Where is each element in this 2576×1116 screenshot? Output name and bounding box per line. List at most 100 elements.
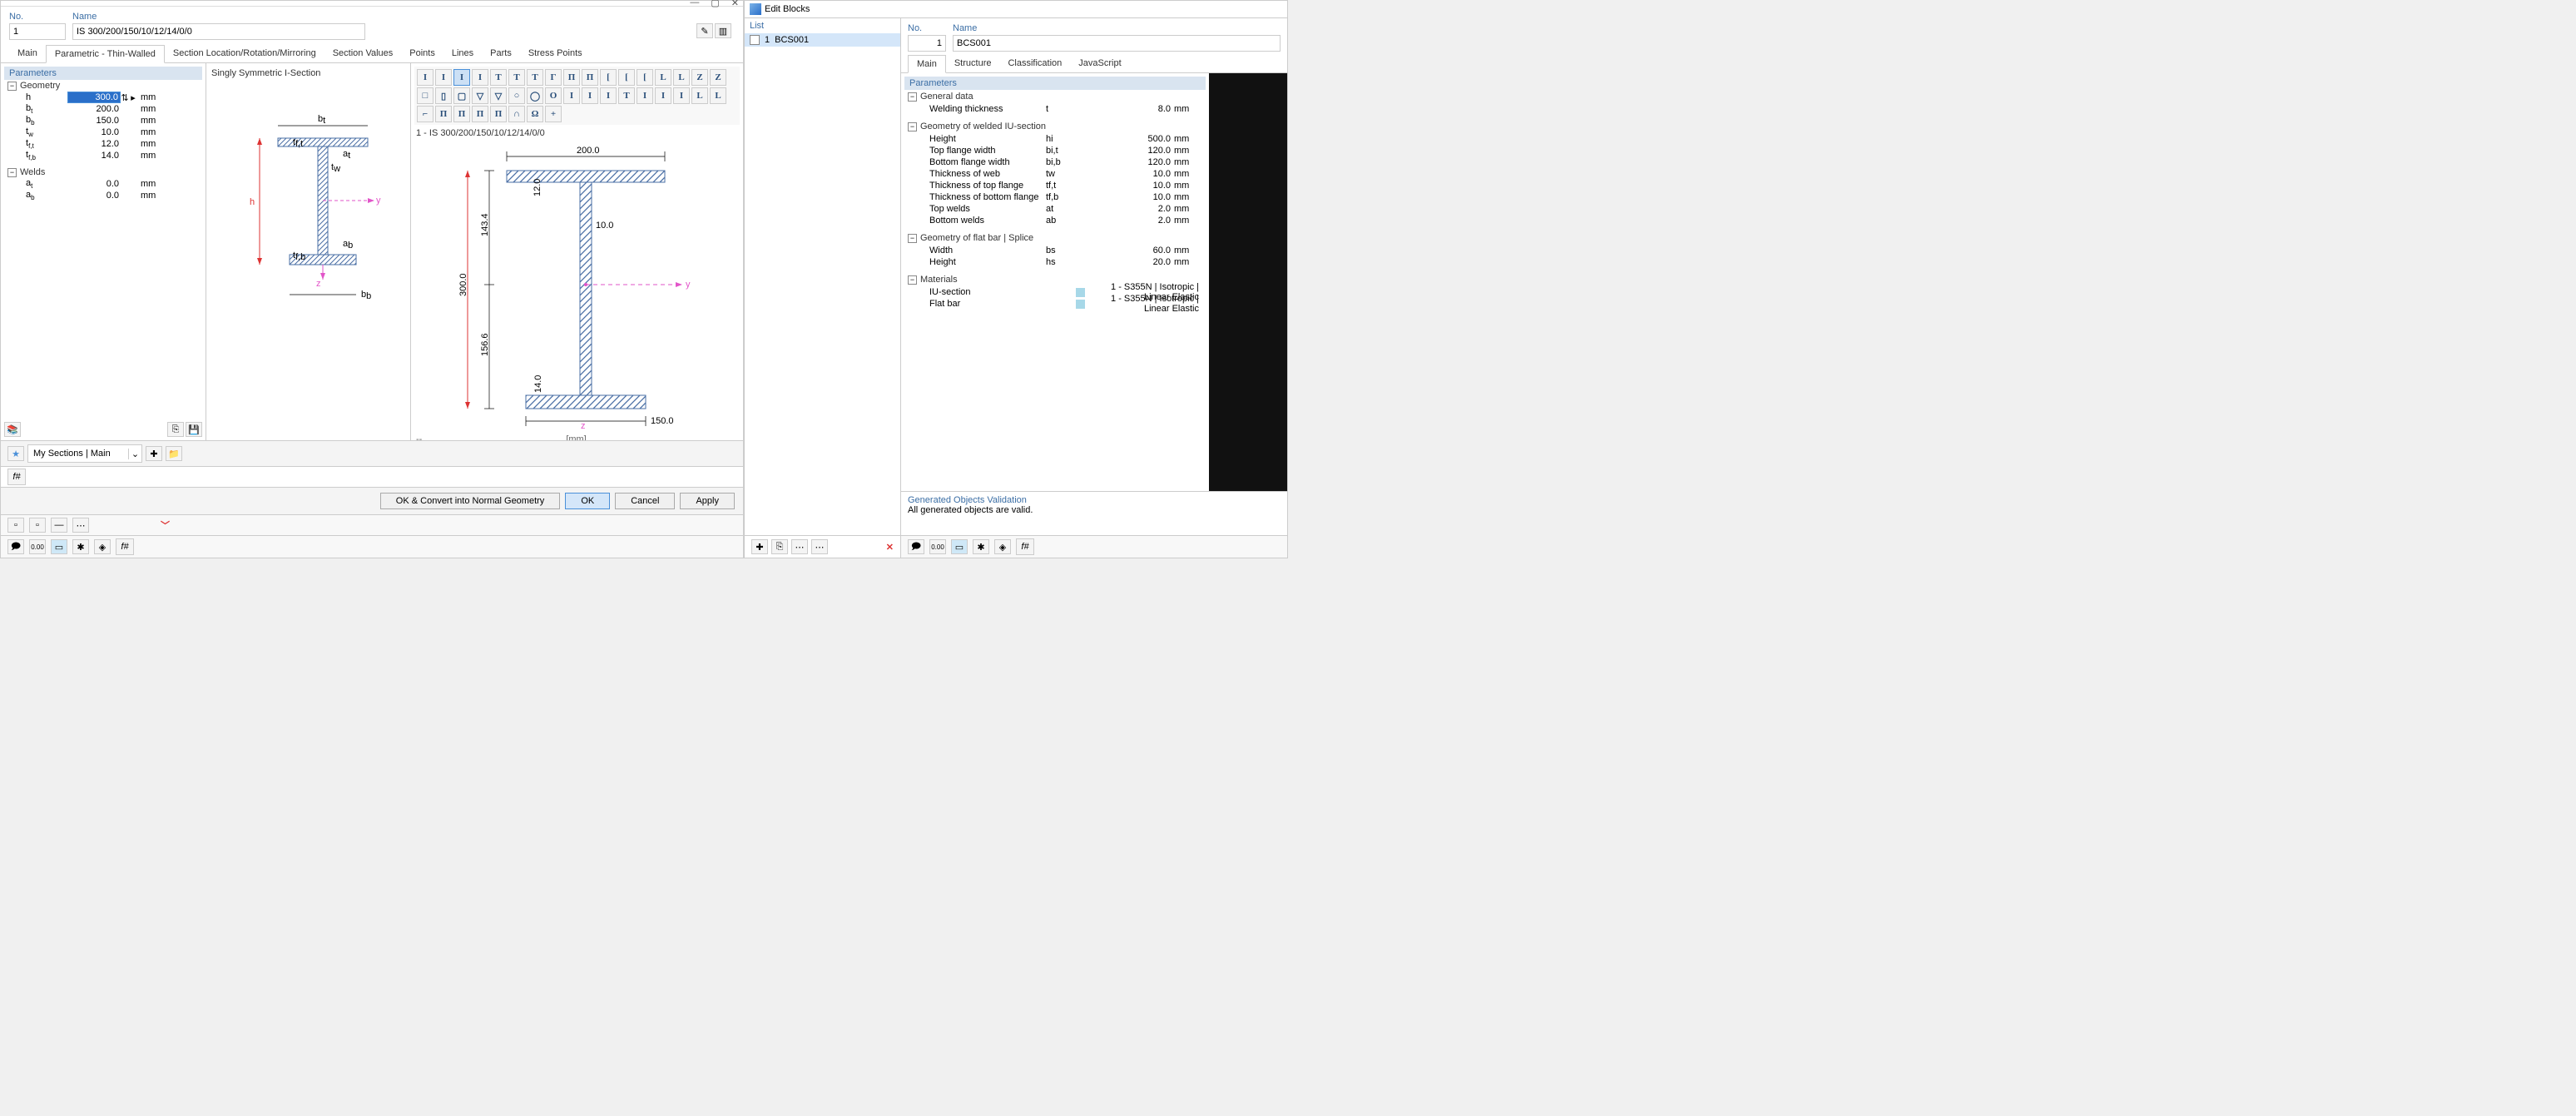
delete-icon[interactable]: ✕ (886, 542, 894, 553)
tool3-icon[interactable]: ⋯ (791, 539, 808, 554)
new-block-icon[interactable]: ✚ (751, 539, 768, 554)
param-h-value[interactable]: 300.0 (67, 92, 121, 103)
flat-param-1[interactable]: Heighths20.0mm (904, 256, 1206, 268)
iu-param-6[interactable]: Top weldsat2.0mm (904, 203, 1206, 215)
rsb-icon5[interactable]: ◈ (994, 539, 1011, 554)
param-tft[interactable]: tf,t 12.0 mm (4, 138, 202, 150)
shape-box1[interactable]: □ (417, 87, 433, 104)
iu-group[interactable]: − Geometry of welded IU-section (904, 120, 1206, 133)
ok-convert-button[interactable]: OK & Convert into Normal Geometry (380, 493, 561, 509)
shape-Z1[interactable]: Z (691, 69, 708, 86)
shape-L3[interactable]: L (691, 87, 708, 104)
r-tab-main[interactable]: Main (908, 55, 946, 73)
shape-O3[interactable]: O (545, 87, 562, 104)
shape-tri[interactable]: ▽ (490, 87, 507, 104)
shape-I8[interactable]: I (637, 87, 653, 104)
shape-C3[interactable]: [ (637, 69, 653, 86)
shape-omega[interactable]: Ω (527, 106, 543, 122)
r-name-input[interactable] (953, 35, 1281, 52)
shape-I10[interactable]: I (673, 87, 690, 104)
ok-button[interactable]: OK (565, 493, 610, 509)
shape-I4[interactable]: I (472, 69, 488, 86)
dropdown-icon[interactable]: ⌄ (731, 434, 738, 440)
welds-group[interactable]: − Welds (4, 166, 202, 178)
sb2-icon4[interactable]: ✱ (72, 539, 89, 554)
shape-Pi3[interactable]: Π (435, 106, 452, 122)
r-tab-javascript[interactable]: JavaScript (1070, 55, 1129, 72)
r-no-input[interactable] (908, 35, 946, 52)
preview-canvas[interactable]: 200.0 12.0 10.0 14.0 (414, 141, 740, 433)
collapse-icon[interactable]: − (908, 234, 917, 243)
spinner-icon[interactable]: ⇅ (121, 92, 129, 103)
r-tab-classification[interactable]: Classification (999, 55, 1070, 72)
shape-Pi5[interactable]: Π (472, 106, 488, 122)
sb2-icon1[interactable]: 🗩 (7, 539, 24, 554)
maximize-icon[interactable]: ▢ (711, 0, 719, 8)
tool4-icon[interactable]: ⋯ (811, 539, 828, 554)
save-icon[interactable]: 💾 (186, 422, 202, 437)
general-group[interactable]: − General data (904, 90, 1206, 103)
link-icon[interactable]: ▸ (129, 92, 137, 103)
shape-I5[interactable]: I (563, 87, 580, 104)
shape-st[interactable]: ⌐ (417, 106, 433, 122)
param-at[interactable]: at 0.0 mm (4, 178, 202, 190)
shape-Pi4[interactable]: Π (453, 106, 470, 122)
collapse-icon[interactable]: − (908, 122, 917, 131)
shape-I7[interactable]: I (600, 87, 617, 104)
tab-parts[interactable]: Parts (482, 45, 520, 62)
geometry-group[interactable]: − Geometry (4, 80, 202, 92)
iu-param-3[interactable]: Thickness of webtw10.0mm (904, 168, 1206, 180)
shape-cap[interactable]: ∩ (508, 106, 525, 122)
copy-block-icon[interactable]: ⎘ (771, 539, 788, 554)
red-arrow-icon[interactable]: ﹀ (161, 518, 170, 532)
chevron-down-icon[interactable]: ⌄ (128, 449, 141, 459)
param-bb[interactable]: bb 150.0 mm (4, 115, 202, 126)
shape-T1[interactable]: T (490, 69, 507, 86)
shape-L4[interactable]: L (710, 87, 726, 104)
edit-name-icon[interactable]: ✎ (696, 23, 713, 38)
folder-icon[interactable]: 📁 (166, 446, 182, 461)
param-tw[interactable]: tw 10.0 mm (4, 126, 202, 138)
shape-I2[interactable]: I (435, 69, 452, 86)
shape-T2[interactable]: T (508, 69, 525, 86)
shape-I1[interactable]: I (417, 69, 433, 86)
rsb-icon1[interactable]: 🗩 (908, 539, 924, 554)
sb-icon3[interactable]: — (51, 518, 67, 533)
shape-box2[interactable]: ▯ (435, 87, 452, 104)
tab-parametric[interactable]: Parametric - Thin-Walled (46, 45, 165, 63)
sb2-icon3[interactable]: ▭ (51, 539, 67, 554)
shape-C1[interactable]: [ (600, 69, 617, 86)
r-param-t[interactable]: Welding thickness t 8.0 mm (904, 103, 1206, 115)
rsb-icon3[interactable]: ▭ (951, 539, 968, 554)
shape-Z2[interactable]: Z (710, 69, 726, 86)
new-icon[interactable]: ✚ (146, 446, 162, 461)
library-button[interactable]: 📚 (4, 422, 21, 437)
rsb-fx[interactable]: f# (1016, 538, 1034, 555)
cancel-button[interactable]: Cancel (615, 493, 675, 509)
no-input[interactable] (9, 23, 66, 40)
sb2-fx[interactable]: f# (116, 538, 134, 555)
fx-button[interactable]: f# (7, 469, 26, 485)
iu-param-2[interactable]: Bottom flange widthbi,b120.0mm (904, 156, 1206, 168)
sb-icon4[interactable]: ⋯ (72, 518, 89, 533)
favorite-icon[interactable]: ★ (7, 446, 24, 461)
shape-T4[interactable]: Γ (545, 69, 562, 86)
sb2-icon2[interactable]: 0.00 (29, 539, 46, 554)
param-tfb[interactable]: tf,b 14.0 mm (4, 150, 202, 161)
param-h[interactable]: h 300.0 ⇅ ▸ mm (4, 92, 202, 103)
collapse-icon[interactable]: − (908, 92, 917, 102)
apply-button[interactable]: Apply (680, 493, 735, 509)
shape-box3[interactable]: ▢ (453, 87, 470, 104)
shape-O2[interactable]: ◯ (527, 87, 543, 104)
list-item[interactable]: 1 BCS001 (745, 33, 900, 47)
library-icon[interactable]: ▥ (715, 23, 731, 38)
rsb-icon2[interactable]: 0.00 (929, 539, 946, 554)
shape-I6[interactable]: I (582, 87, 598, 104)
mat-row-1[interactable]: Flat bar1 - S355N | Isotropic | Linear E… (904, 298, 1206, 310)
iu-param-1[interactable]: Top flange widthbi,t120.0mm (904, 145, 1206, 156)
tab-points[interactable]: Points (401, 45, 443, 62)
collapse-icon[interactable]: − (7, 82, 17, 91)
shape-C2[interactable]: [ (618, 69, 635, 86)
sb2-icon5[interactable]: ◈ (94, 539, 111, 554)
shape-T3[interactable]: T (527, 69, 543, 86)
